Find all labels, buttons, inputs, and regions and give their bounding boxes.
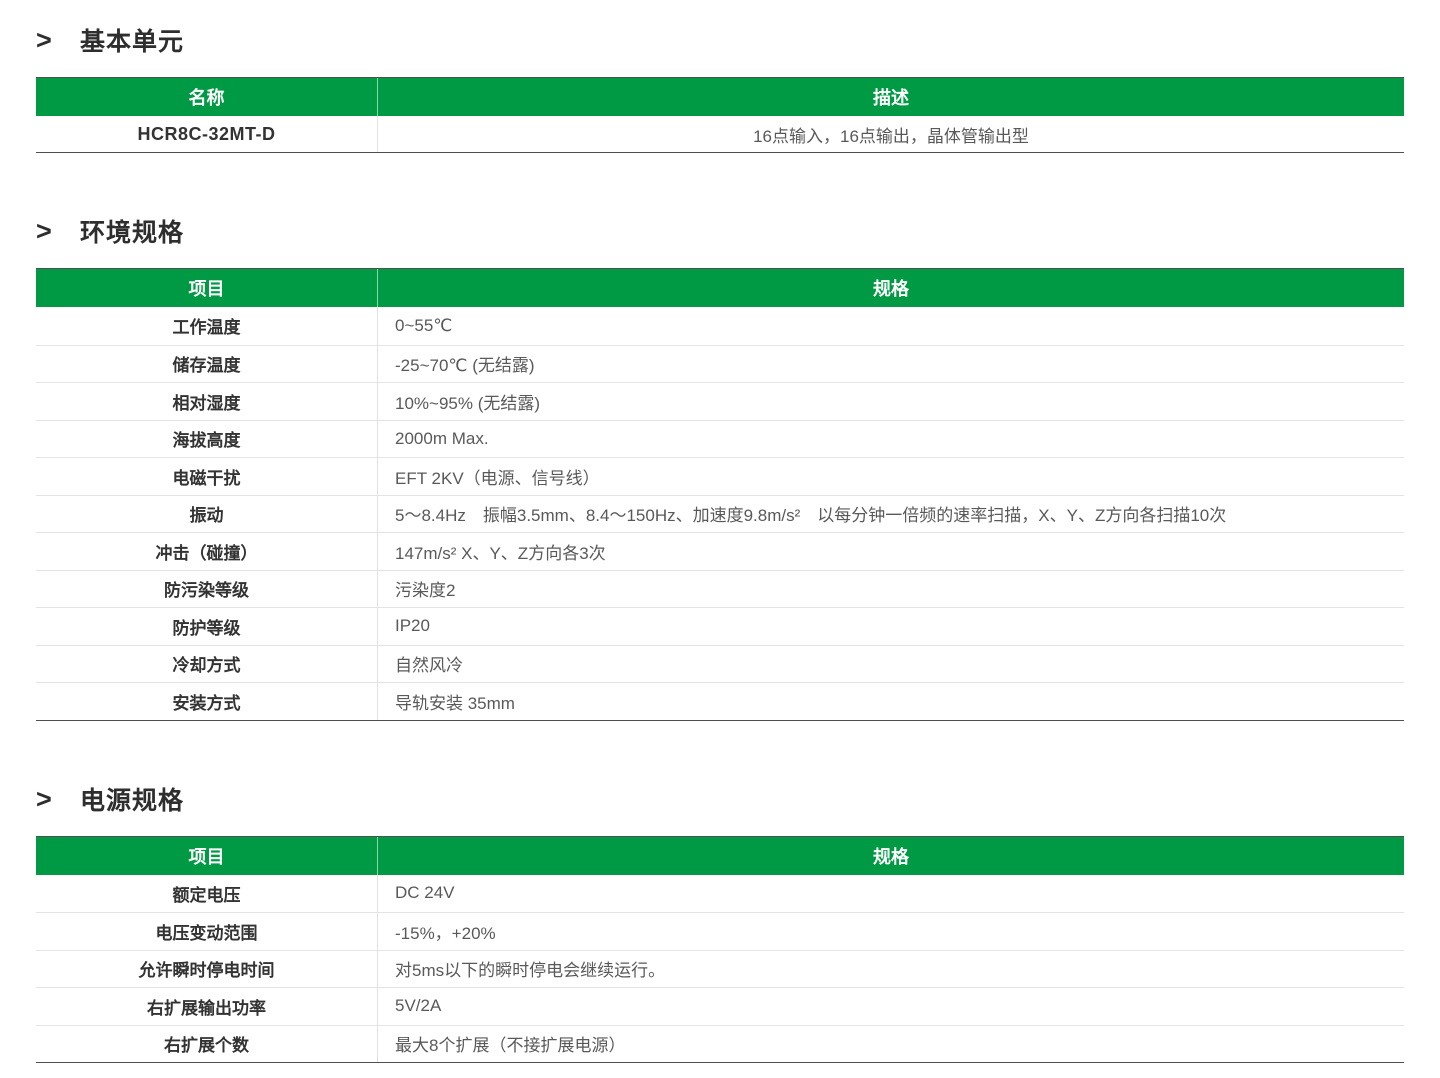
chevron-right-icon: >	[36, 216, 80, 246]
table-row: 相对湿度10%~95% (无结露)	[36, 382, 1404, 420]
table-row: 额定电压DC 24V	[36, 875, 1404, 913]
row-label: HCR8C-32MT-D	[36, 116, 378, 152]
row-value: DC 24V	[378, 875, 1404, 913]
column-header-spec: 规格	[378, 837, 1404, 875]
row-label: 防护等级	[36, 608, 378, 645]
row-value: EFT 2KV（电源、信号线）	[378, 458, 1404, 495]
row-label: 储存温度	[36, 346, 378, 383]
row-value: 自然风冷	[378, 646, 1404, 683]
table-row: 振动5～8.4Hz 振幅3.5mm、8.4～150Hz、加速度9.8m/s² 以…	[36, 495, 1404, 533]
row-value: 导轨安装 35mm	[378, 683, 1404, 720]
row-value: 147m/s² X、Y、Z方向各3次	[378, 533, 1404, 570]
row-value: 5V/2A	[378, 988, 1404, 1025]
row-value: 5～8.4Hz 振幅3.5mm、8.4～150Hz、加速度9.8m/s² 以每分…	[378, 496, 1404, 533]
table-row: 工作温度0~55℃	[36, 307, 1404, 345]
chevron-right-icon: >	[36, 25, 80, 55]
column-header-spec: 规格	[378, 269, 1404, 307]
section-environment-spec: > 环境规格 项目 规格 工作温度0~55℃储存温度-25~70℃ (无结露)相…	[36, 215, 1404, 721]
section-basic-unit: > 基本单元 名称 描述 HCR8C-32MT-D16点输入，16点输出，晶体管…	[36, 24, 1404, 153]
row-value: 2000m Max.	[378, 421, 1404, 458]
spec-table: 项目 规格 额定电压DC 24V电压变动范围-15%，+20%允许瞬时停电时间对…	[36, 836, 1404, 1064]
row-value: 10%~95% (无结露)	[378, 383, 1404, 420]
table-header-row: 项目 规格	[36, 269, 1404, 307]
section-title: 电源规格	[80, 781, 184, 817]
table-row: 电压变动范围-15%，+20%	[36, 912, 1404, 950]
row-value: 污染度2	[378, 571, 1404, 608]
row-label: 右扩展个数	[36, 1026, 378, 1063]
row-value: -15%，+20%	[378, 913, 1404, 950]
spec-document: > 基本单元 名称 描述 HCR8C-32MT-D16点输入，16点输出，晶体管…	[0, 0, 1440, 1063]
row-value: 对5ms以下的瞬时停电会继续运行。	[378, 951, 1404, 988]
table-body: HCR8C-32MT-D16点输入，16点输出，晶体管输出型	[36, 116, 1404, 152]
column-header-item: 项目	[36, 269, 378, 307]
row-label: 工作温度	[36, 307, 378, 345]
row-value: IP20	[378, 608, 1404, 645]
table-header-row: 项目 规格	[36, 837, 1404, 875]
table-row: 右扩展个数最大8个扩展（不接扩展电源）	[36, 1025, 1404, 1063]
row-label: 额定电压	[36, 875, 378, 913]
column-header-description: 描述	[378, 78, 1404, 116]
section-title: 环境规格	[80, 213, 184, 249]
section-header: > 电源规格	[36, 783, 1404, 815]
row-label: 右扩展输出功率	[36, 988, 378, 1025]
row-value: 0~55℃	[378, 307, 1404, 345]
row-label: 冲击（碰撞）	[36, 533, 378, 570]
table-row: 海拔高度2000m Max.	[36, 420, 1404, 458]
row-label: 海拔高度	[36, 421, 378, 458]
row-label: 电压变动范围	[36, 913, 378, 950]
table-row: 安装方式导轨安装 35mm	[36, 682, 1404, 720]
table-row: 电磁干扰EFT 2KV（电源、信号线）	[36, 457, 1404, 495]
row-label: 允许瞬时停电时间	[36, 951, 378, 988]
section-power-spec: > 电源规格 项目 规格 额定电压DC 24V电压变动范围-15%，+20%允许…	[36, 783, 1404, 1064]
table-row: 防污染等级污染度2	[36, 570, 1404, 608]
chevron-right-icon: >	[36, 784, 80, 814]
column-header-name: 名称	[36, 78, 378, 116]
table-row: 防护等级IP20	[36, 607, 1404, 645]
table-row: 右扩展输出功率5V/2A	[36, 987, 1404, 1025]
table-row: 冷却方式自然风冷	[36, 645, 1404, 683]
table-row: HCR8C-32MT-D16点输入，16点输出，晶体管输出型	[36, 116, 1404, 152]
row-label: 安装方式	[36, 683, 378, 720]
column-header-item: 项目	[36, 837, 378, 875]
table-body: 额定电压DC 24V电压变动范围-15%，+20%允许瞬时停电时间对5ms以下的…	[36, 875, 1404, 1063]
table-header-row: 名称 描述	[36, 78, 1404, 116]
spec-table: 项目 规格 工作温度0~55℃储存温度-25~70℃ (无结露)相对湿度10%~…	[36, 268, 1404, 721]
row-value: 16点输入，16点输出，晶体管输出型	[378, 116, 1404, 152]
row-label: 防污染等级	[36, 571, 378, 608]
row-label: 冷却方式	[36, 646, 378, 683]
row-value: 最大8个扩展（不接扩展电源）	[378, 1026, 1404, 1063]
table-row: 冲击（碰撞）147m/s² X、Y、Z方向各3次	[36, 532, 1404, 570]
section-header: > 基本单元	[36, 24, 1404, 56]
row-value: -25~70℃ (无结露)	[378, 346, 1404, 383]
table-row: 允许瞬时停电时间对5ms以下的瞬时停电会继续运行。	[36, 950, 1404, 988]
table-body: 工作温度0~55℃储存温度-25~70℃ (无结露)相对湿度10%~95% (无…	[36, 307, 1404, 720]
table-row: 储存温度-25~70℃ (无结露)	[36, 345, 1404, 383]
section-header: > 环境规格	[36, 215, 1404, 247]
row-label: 电磁干扰	[36, 458, 378, 495]
spec-table: 名称 描述 HCR8C-32MT-D16点输入，16点输出，晶体管输出型	[36, 77, 1404, 153]
row-label: 振动	[36, 496, 378, 533]
row-label: 相对湿度	[36, 383, 378, 420]
section-title: 基本单元	[80, 22, 184, 58]
